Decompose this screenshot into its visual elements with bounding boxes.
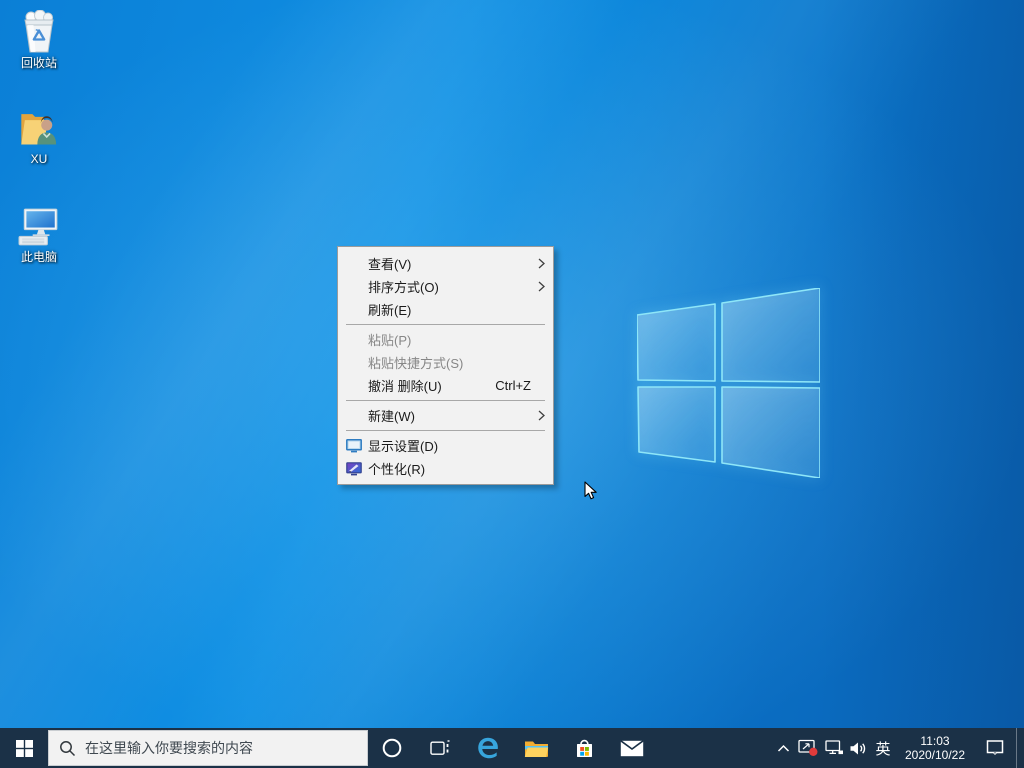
taskbar-search-box[interactable]: [48, 730, 368, 766]
menu-item-refresh[interactable]: 刷新(E): [338, 298, 553, 321]
icon-label: 此电脑: [21, 250, 57, 264]
microsoft-store-icon: [574, 738, 595, 759]
windows-start-icon: [16, 740, 33, 757]
tray-network-button[interactable]: [822, 728, 846, 768]
windows-logo-wallpaper: [637, 288, 820, 478]
display-settings-icon: [346, 439, 368, 453]
taskbar-cortana-button[interactable]: [368, 728, 416, 768]
icon-label: 回收站: [21, 56, 57, 70]
desktop-icon-user-folder[interactable]: XU: [1, 104, 77, 166]
tray-hidden-icons-button[interactable]: [771, 728, 795, 768]
menu-separator: [346, 324, 545, 325]
search-input[interactable]: [85, 740, 357, 756]
taskbar-task-view-button[interactable]: [416, 728, 464, 768]
tray-clock[interactable]: 11:03 2020/10/22: [896, 728, 974, 768]
taskbar-store-button[interactable]: [560, 728, 608, 768]
mouse-cursor: [584, 481, 598, 501]
speaker-icon: [849, 741, 867, 756]
menu-item-paste-shortcut: 粘贴快捷方式(S): [338, 351, 553, 374]
mail-icon: [620, 740, 644, 757]
action-center-button[interactable]: [974, 728, 1016, 768]
submenu-chevron-icon: [533, 258, 545, 269]
submenu-chevron-icon: [533, 410, 545, 421]
show-desktop-button[interactable]: [1016, 728, 1024, 768]
taskbar-file-explorer-button[interactable]: [512, 728, 560, 768]
menu-separator: [346, 430, 545, 431]
menu-item-paste: 粘贴(P): [338, 328, 553, 351]
network-icon: [825, 740, 844, 756]
personalization-icon: [346, 462, 368, 476]
clock-date: 2020/10/22: [905, 748, 965, 762]
taskbar-edge-button[interactable]: [464, 728, 512, 768]
file-explorer-icon: [524, 738, 549, 758]
icon-label: XU: [31, 152, 48, 166]
tray-volume-button[interactable]: [846, 728, 870, 768]
menu-item-new[interactable]: 新建(W): [338, 404, 553, 427]
search-icon: [59, 740, 76, 757]
cortana-icon: [381, 737, 403, 759]
desktop[interactable]: 回收站 XU 此电脑: [0, 0, 1024, 728]
menu-item-display-settings[interactable]: 显示设置(D): [338, 434, 553, 457]
chevron-up-icon: [777, 744, 790, 753]
menu-item-view[interactable]: 查看(V): [338, 252, 553, 275]
taskbar-mail-button[interactable]: [608, 728, 656, 768]
shortcut-label: Ctrl+Z: [495, 378, 531, 393]
start-button[interactable]: [0, 728, 48, 768]
clock-time: 11:03: [920, 734, 949, 748]
desktop-icon-this-pc[interactable]: 此电脑: [1, 202, 77, 264]
submenu-chevron-icon: [533, 281, 545, 292]
menu-item-sort-by[interactable]: 排序方式(O): [338, 275, 553, 298]
menu-item-undo-delete[interactable]: 撤消 删除(U) Ctrl+Z: [338, 374, 553, 397]
action-center-icon: [985, 739, 1005, 757]
user-folder-icon: [18, 108, 60, 150]
tray-input-language-indicator[interactable]: 英: [870, 728, 896, 768]
recycle-bin-icon: [21, 10, 57, 54]
tray-app-notification-button[interactable]: [795, 728, 822, 768]
menu-item-personalize[interactable]: 个性化(R): [338, 457, 553, 480]
taskbar: 英 11:03 2020/10/22: [0, 728, 1024, 768]
desktop-context-menu: 查看(V) 排序方式(O) 刷新(E) 粘贴(P) 粘贴快捷方式(S): [337, 246, 554, 485]
menu-separator: [346, 400, 545, 401]
app-with-badge-icon: [798, 739, 819, 757]
desktop-icon-recycle-bin[interactable]: 回收站: [1, 6, 77, 70]
task-view-icon: [430, 740, 451, 757]
this-pc-icon: [18, 206, 60, 248]
microsoft-edge-icon: [475, 735, 501, 761]
